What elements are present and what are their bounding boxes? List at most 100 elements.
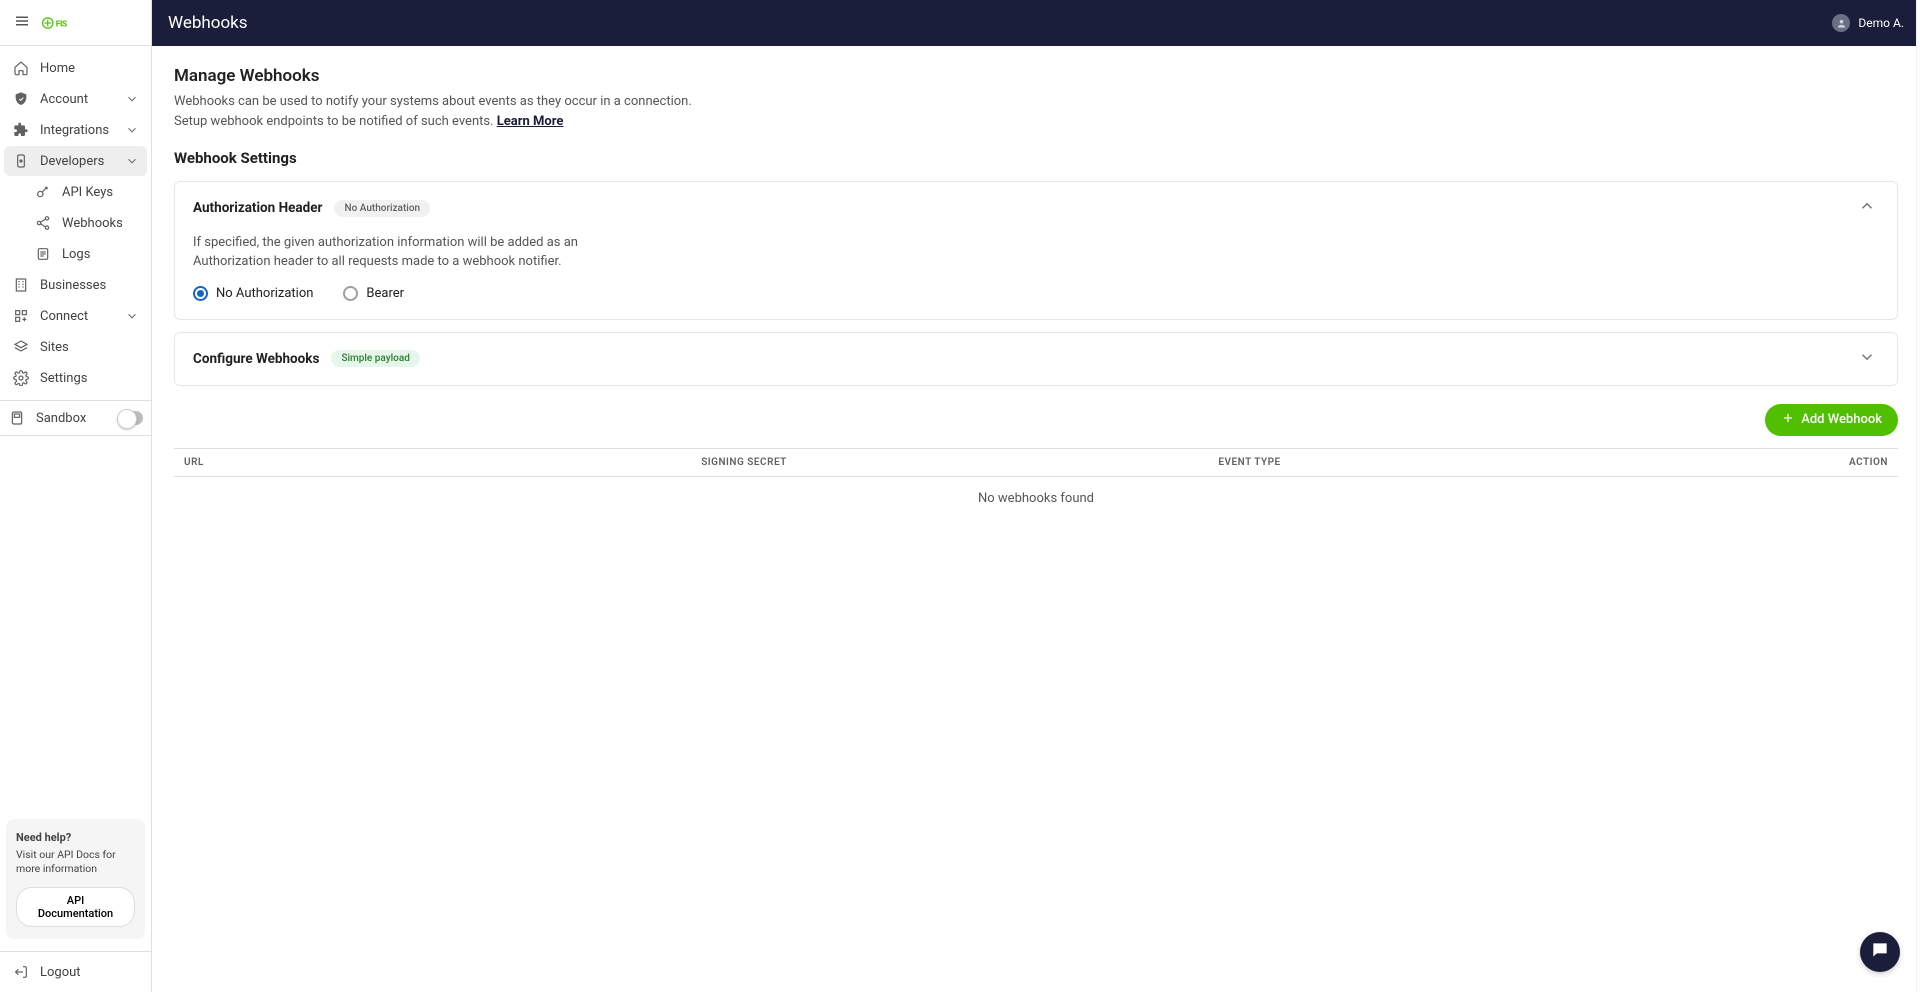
radio-label: Bearer: [366, 286, 404, 301]
sandbox-label: Sandbox: [36, 411, 109, 426]
auth-header-toggle[interactable]: Authorization Header No Authorization: [175, 182, 1897, 234]
radio-icon: [193, 286, 208, 301]
chevron-down-icon: [125, 309, 139, 323]
share-icon: [34, 214, 52, 232]
sandbox-toggle-row: Sandbox: [0, 400, 151, 436]
api-documentation-button[interactable]: API Documentation: [16, 887, 135, 927]
grid-add-icon: [12, 307, 30, 325]
sandbox-toggle[interactable]: [119, 411, 143, 425]
puzzle-icon: [12, 121, 30, 139]
help-body: Visit our API Docs for more information: [16, 848, 135, 877]
nav-label: Logs: [62, 247, 139, 262]
topbar: Webhooks Demo A.: [152, 0, 1920, 46]
auth-chip: No Authorization: [334, 200, 430, 217]
logout-button[interactable]: Logout: [0, 952, 151, 992]
chat-icon: [1870, 940, 1890, 964]
card-title: Authorization Header: [193, 200, 322, 216]
settings-heading: Webhook Settings: [174, 149, 1898, 167]
logout-section: Logout: [0, 951, 151, 992]
add-webhook-label: Add Webhook: [1801, 412, 1882, 427]
auth-header-card: Authorization Header No Authorization If…: [174, 181, 1898, 320]
nav-label: Connect: [40, 309, 115, 324]
sidebar-header: FIS: [0, 0, 151, 46]
nav-logs[interactable]: Logs: [26, 239, 147, 269]
auth-card-body: If specified, the given authorization in…: [175, 234, 1897, 319]
add-webhook-button[interactable]: Add Webhook: [1765, 404, 1898, 436]
action-row: Add Webhook: [174, 404, 1898, 436]
expand-button[interactable]: [1855, 347, 1879, 371]
main-area: Webhooks Demo A. Manage Webhooks Webhook…: [152, 0, 1920, 992]
sidebar: FIS Home Account Integrations Develope: [0, 0, 152, 992]
content: Manage Webhooks Webhooks can be used to …: [152, 46, 1920, 992]
user-name: Demo A.: [1858, 16, 1904, 30]
learn-more-link[interactable]: Learn More: [497, 114, 564, 129]
layers-icon: [12, 338, 30, 356]
home-icon: [12, 59, 30, 77]
menu-button[interactable]: [8, 9, 36, 37]
chevron-down-icon: [125, 92, 139, 106]
radio-icon: [343, 286, 358, 301]
page-title: Webhooks: [168, 13, 1832, 33]
help-box: Need help? Visit our API Docs for more i…: [6, 819, 145, 939]
nav-label: Home: [40, 61, 139, 76]
nav-api-keys[interactable]: API Keys: [26, 177, 147, 207]
list-icon: [34, 245, 52, 263]
nav-connect[interactable]: Connect: [4, 301, 147, 331]
col-action: Action: [1726, 449, 1898, 477]
nav-account[interactable]: Account: [4, 84, 147, 114]
hamburger-icon: [13, 12, 31, 34]
nav-integrations[interactable]: Integrations: [4, 115, 147, 145]
nav-label: Webhooks: [62, 216, 139, 231]
chevron-down-icon: [1858, 348, 1876, 370]
nav-settings[interactable]: Settings: [4, 363, 147, 393]
radio-no-auth[interactable]: No Authorization: [193, 286, 313, 301]
key-icon: [34, 183, 52, 201]
empty-message: No webhooks found: [174, 476, 1898, 520]
nav-label: Businesses: [40, 278, 139, 293]
collapse-button[interactable]: [1855, 196, 1879, 220]
nav-developers[interactable]: Developers: [4, 146, 147, 176]
nav-label: Settings: [40, 371, 139, 386]
user-menu[interactable]: Demo A.: [1832, 14, 1904, 32]
nav-home[interactable]: Home: [4, 53, 147, 83]
svg-text:FIS: FIS: [56, 19, 67, 29]
plus-icon: [1781, 411, 1795, 429]
chevron-up-icon: [1858, 197, 1876, 219]
nav-sites[interactable]: Sites: [4, 332, 147, 362]
avatar-icon: [1832, 14, 1850, 32]
col-secret: Signing Secret: [691, 449, 1208, 477]
chevron-down-icon: [125, 154, 139, 168]
nav-developers-sub: API Keys Webhooks Logs: [4, 177, 147, 269]
scroll-gutter: [1916, 0, 1920, 992]
col-event: Event Type: [1208, 449, 1725, 477]
nav-label: Developers: [40, 154, 115, 169]
nav-label: Account: [40, 92, 115, 107]
nav-businesses[interactable]: Businesses: [4, 270, 147, 300]
device-icon: [12, 152, 30, 170]
radio-bearer[interactable]: Bearer: [343, 286, 404, 301]
logout-icon: [12, 963, 30, 981]
shield-check-icon: [12, 90, 30, 108]
intercom-launcher[interactable]: [1860, 932, 1900, 972]
nav-label: Integrations: [40, 123, 115, 138]
manage-description: Webhooks can be used to notify your syst…: [174, 92, 1898, 131]
configure-webhooks-card: Configure Webhooks Simple payload: [174, 332, 1898, 386]
nav-webhooks[interactable]: Webhooks: [26, 208, 147, 238]
configure-toggle[interactable]: Configure Webhooks Simple payload: [175, 333, 1897, 385]
brand-logo: FIS: [42, 14, 88, 32]
col-url: URL: [174, 449, 691, 477]
empty-row: No webhooks found: [174, 476, 1898, 520]
manage-heading: Manage Webhooks: [174, 66, 1898, 86]
radio-label: No Authorization: [216, 286, 313, 301]
gear-icon: [12, 369, 30, 387]
logout-label: Logout: [40, 965, 81, 980]
config-chip: Simple payload: [331, 350, 419, 367]
primary-nav: Home Account Integrations Developers: [0, 46, 151, 400]
card-title: Configure Webhooks: [193, 351, 319, 367]
webhooks-table-wrap: URL Signing Secret Event Type Action No …: [174, 448, 1898, 520]
auth-desc: If specified, the given authorization in…: [193, 234, 653, 272]
chevron-down-icon: [125, 123, 139, 137]
sandbox-icon: [8, 409, 26, 427]
nav-label: Sites: [40, 340, 139, 355]
nav-label: API Keys: [62, 185, 139, 200]
